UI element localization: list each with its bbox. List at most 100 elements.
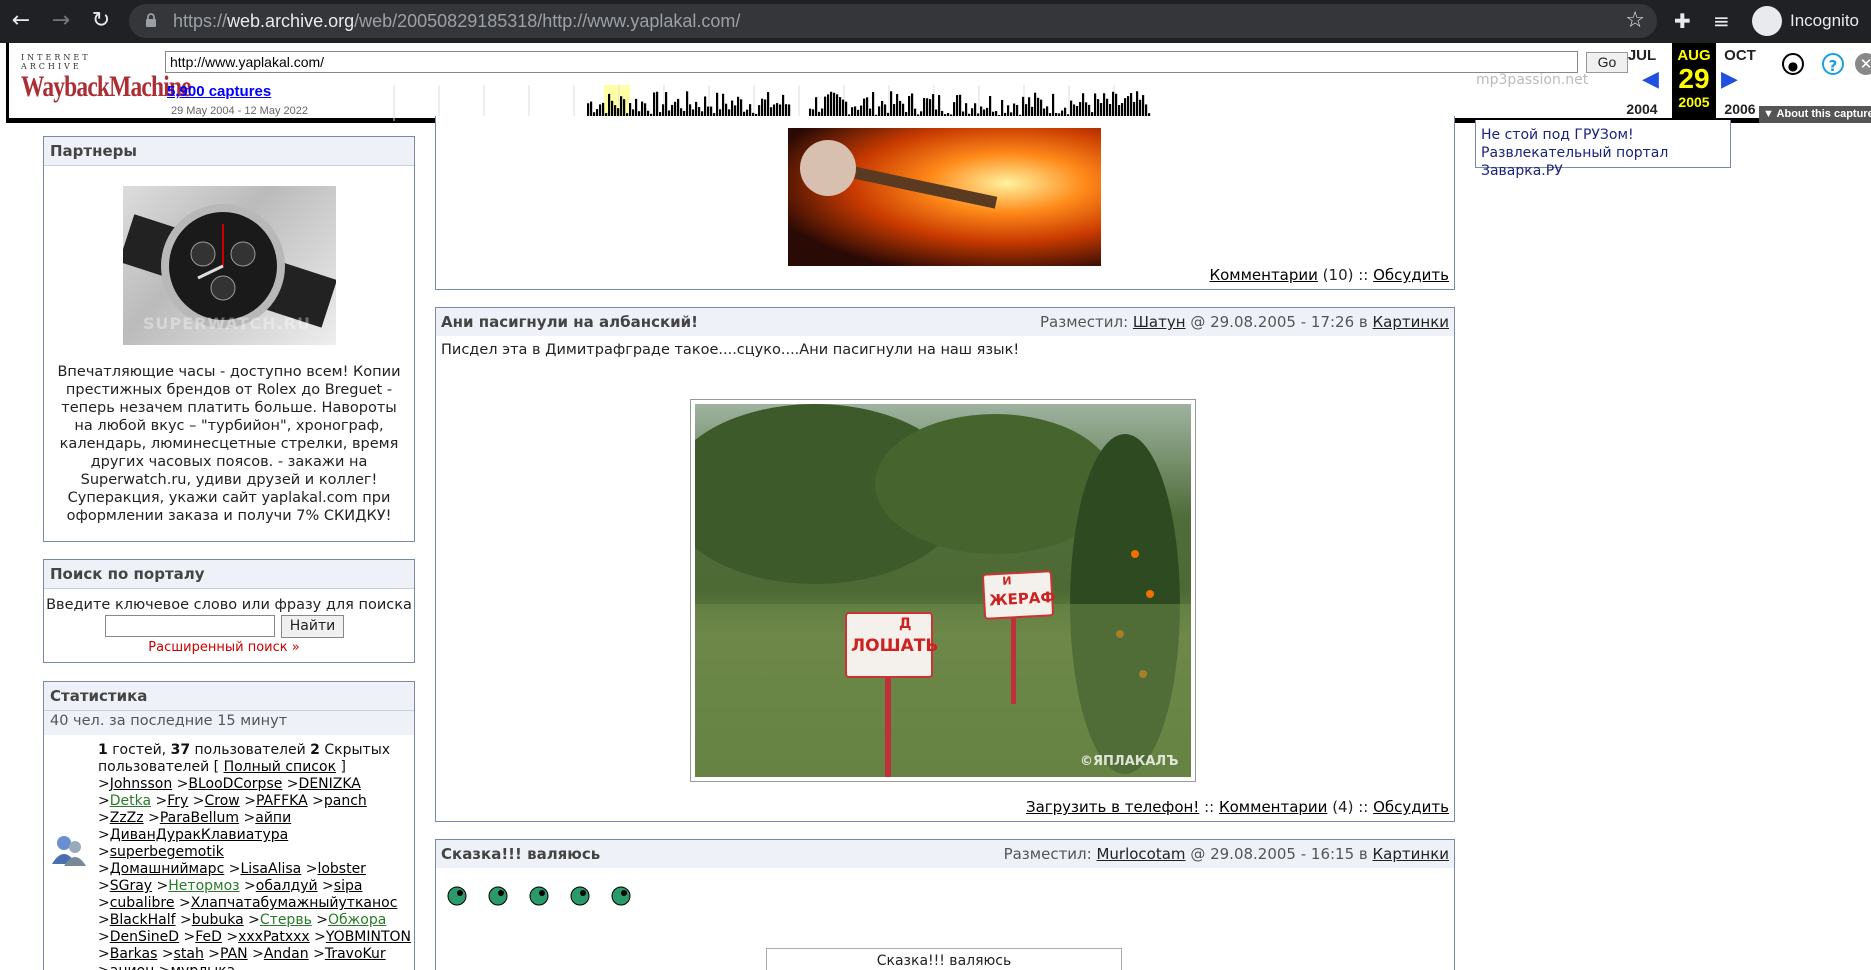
user-line: >Detka >Fry >Crow >PAFFKA >panch [98, 793, 367, 809]
author-link[interactable]: Murlocotam [1096, 845, 1185, 863]
prev-year[interactable]: 2004 [1614, 101, 1670, 117]
address-bar[interactable]: https://web.archive.org/web/200508291853… [129, 4, 1657, 38]
user-link[interactable]: TravoKur [325, 946, 386, 962]
category-link[interactable]: Картинки [1373, 845, 1449, 863]
current-year: 2005 [1678, 94, 1710, 110]
user-link[interactable]: YOBMINTON [326, 929, 411, 945]
comments-link[interactable]: Комментарии [1219, 798, 1327, 816]
partners-box: Партнеры SUPERWATCH.RU Впечатляющие часы… [43, 136, 415, 542]
user-link[interactable]: PAN [220, 946, 248, 962]
prev-month[interactable]: JUL [1614, 47, 1670, 64]
back-arrow-icon[interactable]: ← [8, 8, 34, 34]
next-month[interactable]: OCT [1712, 47, 1768, 64]
wayback-url-input[interactable]: http://www.yaplakal.com/ [165, 51, 1578, 73]
user-link[interactable]: bubuka [192, 912, 244, 928]
user-link[interactable]: айпи [255, 810, 291, 826]
user-link[interactable]: xxxPatxxx [238, 929, 310, 945]
post-fairy-title: Сказка!!! валяюсь [441, 845, 601, 863]
captures-link[interactable]: 5,900 captures [167, 83, 271, 100]
right-link-2[interactable]: Развлекательный портал Заварка.РУ [1481, 144, 1725, 180]
comments-link[interactable]: Комментарии [1209, 266, 1317, 284]
search-button[interactable]: Найти [281, 615, 344, 638]
user-link[interactable]: superbegemotik [110, 844, 224, 860]
user-link[interactable]: PAFFKA [256, 793, 308, 809]
user-line: >ZzZz >ParaBellum >айпи [98, 810, 292, 826]
user-link[interactable]: обалдуй [256, 878, 318, 894]
user-link[interactable]: Домашниймарс [110, 861, 225, 877]
post-albanian-body: Писдел эта в Димитрафграде такое....сцук… [441, 342, 1020, 358]
user-link[interactable]: Andan [264, 946, 309, 962]
reload-icon[interactable]: ↻ [88, 8, 114, 34]
category-link[interactable]: Картинки [1373, 313, 1449, 331]
help-icon[interactable]: ? [1822, 53, 1844, 75]
user-link[interactable]: FeD [195, 929, 222, 945]
browser-toolbar: ← → ↻ https://web.archive.org/web/200508… [0, 0, 1871, 43]
full-list-link[interactable]: Полный список [224, 759, 336, 775]
user-line: >cubalibre >Хлапчатабумажныйутканос [98, 895, 398, 911]
discuss-link[interactable]: Обсудить [1373, 266, 1449, 284]
user-link[interactable]: ДиванДуракКлавиатура [110, 827, 288, 843]
online-users: 1 гостей, 37 пользователей 2 Скрытых пол… [98, 742, 413, 970]
post-fairy-meta: Разместил: Murlocotam @ 29.08.2005 - 16:… [1003, 845, 1449, 863]
search-input[interactable] [105, 615, 275, 637]
advanced-search-link[interactable]: Расширенный поиск » [44, 640, 404, 655]
user-link[interactable]: Нетормоз [168, 878, 239, 894]
user-link[interactable]: LisaAlisa [240, 861, 301, 877]
smiley-icon [447, 886, 467, 906]
post-top-image[interactable] [788, 128, 1101, 266]
post-albanian-header: Ани пасигнули на албанский! Разместил: Ш… [436, 308, 1454, 336]
post-albanian-title: Ани пасигнули на албанский! [441, 313, 698, 331]
user-link[interactable]: Barkas [110, 946, 158, 962]
user-line: >DenSineD >FeD >xxxPatxxx >YOBMINTON [98, 929, 412, 945]
forward-arrow-icon[interactable]: → [48, 8, 74, 34]
user-link[interactable]: SGray [110, 878, 152, 894]
wayback-toolbar: INTERNET ARCHIVE WaybackMachine http://w… [6, 43, 1871, 123]
prev-capture-arrow-icon[interactable]: ◀ [1642, 67, 1659, 92]
incognito-badge[interactable]: Incognito [1750, 4, 1864, 38]
post-albanian: Ани пасигнули на албанский! Разместил: Ш… [435, 307, 1455, 822]
current-day: 29 [1678, 63, 1710, 94]
user-link[interactable]: DenSineD [110, 929, 179, 945]
user-link[interactable]: Хлапчатабумажныйутканос [191, 895, 398, 911]
post-top: Комментарии (10) :: Обсудить [435, 116, 1455, 290]
wayback-logo[interactable]: INTERNET ARCHIVE WaybackMachine [21, 53, 192, 103]
reading-list-icon[interactable]: ≡ [1713, 9, 1730, 33]
right-link-1[interactable]: Не стой под ГРУЗом! [1481, 126, 1725, 144]
author-link[interactable]: Шатун [1133, 313, 1186, 331]
user-link[interactable]: Стервь [260, 912, 312, 928]
user-link[interactable]: DENIZKA [299, 776, 361, 792]
user-link[interactable]: sipa [334, 878, 363, 894]
user-link[interactable]: ParaBellum [160, 810, 239, 826]
sign-giraffe: И ЖЕРАФ [981, 570, 1056, 620]
user-line: >Barkas >stah >PAN >Andan >TravoKur [98, 946, 386, 962]
search-title: Поиск по порталу [44, 560, 414, 589]
next-capture-arrow-icon[interactable]: ▶ [1721, 67, 1738, 92]
user-link[interactable]: cubalibre [110, 895, 175, 911]
user-link[interactable]: ZzZz [110, 810, 144, 826]
post-fairy-image[interactable]: Сказка!!! валяюсь [766, 948, 1122, 970]
user-link[interactable]: Detka [110, 793, 151, 809]
discuss-link[interactable]: Обсудить [1373, 798, 1449, 816]
upload-phone-link[interactable]: Загрузить в телефон! [1026, 798, 1199, 816]
user-link[interactable]: BlackHalf [110, 912, 176, 928]
user-link[interactable]: Обжора [328, 912, 386, 928]
user-line: >анион >мурлыка [98, 963, 413, 970]
user-link[interactable]: мурлыка [170, 963, 235, 970]
park-scene-icon [695, 404, 1191, 777]
bookmark-star-icon[interactable]: ☆ [1625, 8, 1645, 33]
close-icon[interactable]: ✕ [1855, 53, 1871, 75]
user-link[interactable]: lobster [317, 861, 366, 877]
user-link[interactable]: BLooDCorpse [188, 776, 282, 792]
user-link[interactable]: Johnsson [110, 776, 172, 792]
account-icon[interactable]: ● [1782, 53, 1804, 75]
user-link[interactable]: panch [324, 793, 367, 809]
user-link[interactable]: Fry [167, 793, 188, 809]
user-link[interactable]: Crow [205, 793, 240, 809]
logo-main-text: WaybackMachine [21, 70, 192, 103]
user-link[interactable]: анион [110, 963, 155, 970]
extensions-icon[interactable]: ✚ [1674, 9, 1691, 33]
watch-ad-image[interactable]: SUPERWATCH.RU [118, 186, 337, 345]
about-capture-button[interactable]: ▼ About this capture [1759, 106, 1871, 123]
user-link[interactable]: stah [174, 946, 204, 962]
post-albanian-image[interactable]: Д ЛОШАТЬ И ЖЕРАФ ©ЯПЛАКАЛЪ [690, 399, 1196, 782]
